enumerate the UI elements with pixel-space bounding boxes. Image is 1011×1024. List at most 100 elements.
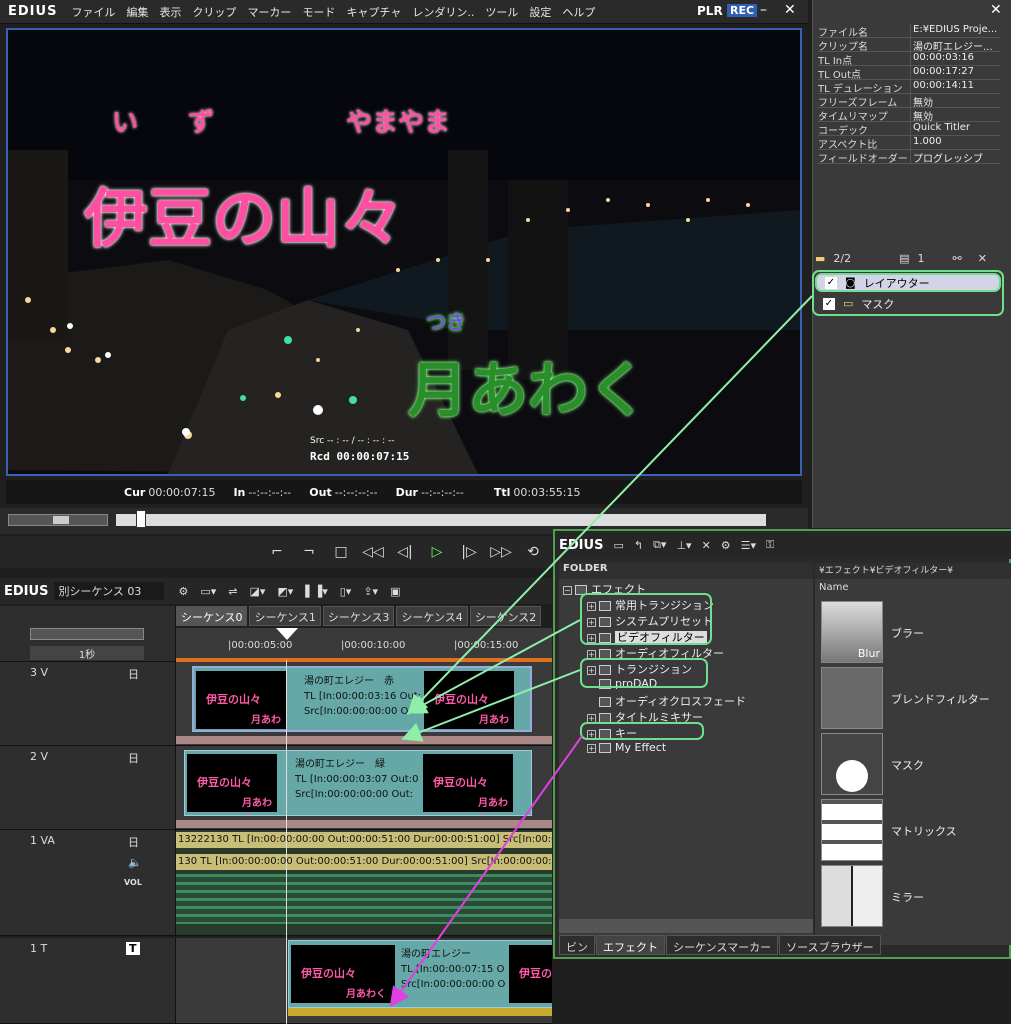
menu-tools[interactable]: ツール xyxy=(485,4,518,20)
preview-monitor[interactable]: い ず やまやま 伊豆の山々 つき 月あわく Src -- : -- / -- … xyxy=(6,28,802,476)
properties-icon[interactable]: ⚙ xyxy=(721,539,731,552)
tab-sequence1[interactable]: シーケンス1 xyxy=(249,606,321,626)
timeline-ruler[interactable]: |00:00:05:00 |00:00:10:00 |00:00:15:00 xyxy=(176,628,552,662)
track-header-1va[interactable]: 1 VA 日 🔈 VOL xyxy=(0,830,176,936)
track-header-1t[interactable]: 1 T T xyxy=(0,938,176,1024)
shuttle-slider[interactable] xyxy=(8,514,108,526)
effect-item-layouter[interactable]: ✓ ◙ レイアウター xyxy=(815,273,1001,292)
effect-mirror[interactable]: ミラー xyxy=(821,865,1011,927)
expand-icon[interactable]: + xyxy=(587,617,596,627)
tree-item[interactable]: proDAD xyxy=(587,677,657,690)
tree-item-video-filter[interactable]: + ビデオフィルター xyxy=(587,629,707,645)
track-header-3v[interactable]: 3 V 日 xyxy=(0,662,176,746)
track-header-2v[interactable]: 2 V 日 xyxy=(0,746,176,830)
mark-in-icon[interactable]: ⌐ xyxy=(266,544,288,560)
step-forward-icon[interactable]: |▷ xyxy=(458,544,480,560)
tab-sequence4[interactable]: シーケンス4 xyxy=(396,606,468,626)
expand-icon[interactable]: + xyxy=(587,649,596,659)
lock-icon[interactable]: ⚿ xyxy=(766,538,774,552)
tree-item[interactable]: + タイトルミキサー xyxy=(587,709,703,725)
play-icon[interactable]: ▷ xyxy=(426,544,448,560)
mixer-bar[interactable] xyxy=(176,736,552,744)
mixer-bar[interactable] xyxy=(176,820,552,828)
scale-selector[interactable]: 1秒 xyxy=(30,646,144,661)
view-icon[interactable]: ☰▾ xyxy=(741,539,756,552)
expand-icon[interactable]: + xyxy=(587,601,596,611)
expand-icon[interactable]: + xyxy=(587,633,596,643)
menu-render[interactable]: レンダリン.. xyxy=(412,4,474,20)
new-folder-icon[interactable]: ⧉▾ xyxy=(653,538,666,552)
name-column-header[interactable]: Name xyxy=(815,579,1011,596)
tab-sequence2[interactable]: シーケンス2 xyxy=(469,606,542,626)
playhead-handle[interactable] xyxy=(136,510,146,528)
stop-icon[interactable]: □ xyxy=(330,544,352,560)
tree-root[interactable]: − エフェクト xyxy=(563,581,646,597)
tree-item[interactable]: + オーディオフィルター xyxy=(587,645,724,661)
delete-icon[interactable]: ✕ xyxy=(702,539,711,552)
effect-item-mask[interactable]: ✓ ▭ マスク xyxy=(815,294,1001,313)
export-icon[interactable]: ⇪▾ xyxy=(363,585,378,598)
menu-settings[interactable]: 設定 xyxy=(529,4,551,20)
info-close-icon[interactable]: ✕ xyxy=(990,2,1002,18)
audio-clip-a2[interactable]: 130 TL [In:00:00:00:00 Out:00:00:51:00 D… xyxy=(176,854,552,870)
cut-icon[interactable]: ◩▾ xyxy=(277,585,293,598)
clip-red-title[interactable]: 伊豆の山々月あわく 湯の町エレジー 赤 TL [In:00:00:03:16 Ou… xyxy=(192,666,532,732)
track-1va[interactable]: 13222130 TL [In:00:00:00:00 Out:00:00:51… xyxy=(176,830,552,936)
tree-item-key[interactable]: + キー xyxy=(587,725,637,741)
menu-edit[interactable]: 編集 xyxy=(126,4,148,20)
menu-capture[interactable]: キャプチャ xyxy=(346,4,401,20)
step-back-icon[interactable]: ◁| xyxy=(394,544,416,560)
menu-marker[interactable]: マーカー xyxy=(247,4,291,20)
tab-sequence-marker[interactable]: シーケンスマーカー xyxy=(666,935,779,955)
track-lock-icon[interactable]: 日 xyxy=(128,666,139,682)
rec-label[interactable]: REC xyxy=(727,4,758,17)
insert-icon[interactable]: ▭▾ xyxy=(200,585,216,598)
playhead-marker[interactable] xyxy=(276,628,298,640)
file-icon[interactable]: ▯▾ xyxy=(340,585,352,598)
save-icon[interactable]: ▣ xyxy=(390,585,400,598)
tree-item[interactable]: + 常用トランジション xyxy=(587,597,714,613)
zoom-slider[interactable] xyxy=(30,628,144,640)
tree-item[interactable]: + トランジション xyxy=(587,661,692,677)
shuttle-handle[interactable] xyxy=(53,516,69,524)
tab-sequence3[interactable]: シーケンス3 xyxy=(322,606,395,626)
minimize-icon[interactable]: – xyxy=(760,2,767,18)
track-1t[interactable]: 伊豆の山々 月あわく 湯の町エレジー TL [In:00:00:07:15 O Src… xyxy=(176,938,552,1024)
checkbox[interactable]: ✓ xyxy=(825,276,837,289)
effect-mask[interactable]: マスク xyxy=(821,733,1011,795)
position-bar[interactable] xyxy=(116,514,766,526)
fast-forward-icon[interactable]: ▷▷ xyxy=(490,544,512,560)
expand-icon[interactable]: + xyxy=(587,729,596,739)
menu-help[interactable]: ヘルプ xyxy=(562,4,595,20)
track-2v[interactable]: 伊豆の山々月あわく 湯の町エレジー 緑 TL [In:00:00:03:07 Ou… xyxy=(176,746,552,830)
expand-icon[interactable]: + xyxy=(587,665,596,675)
effect-matrix[interactable]: マトリックス xyxy=(821,799,1011,861)
expand-icon[interactable]: + xyxy=(587,743,596,753)
track-lock-icon[interactable]: 日 xyxy=(128,750,139,766)
speaker-icon[interactable]: 🔈 xyxy=(128,856,142,869)
title-track-icon[interactable]: T xyxy=(126,942,140,955)
tab-bin[interactable]: ビン xyxy=(559,935,595,955)
folder-view-icon[interactable]: ▭ xyxy=(613,539,623,552)
tree-item[interactable]: オーディオクロスフェード xyxy=(587,693,746,709)
mode-icon[interactable]: ⚙ xyxy=(178,585,188,598)
title-mixer-bar[interactable] xyxy=(288,1008,552,1016)
tab-source-browser[interactable]: ソースブラウザー xyxy=(779,935,881,955)
split-icon[interactable]: ▌▐▾ xyxy=(305,585,327,598)
horizontal-scrollbar[interactable] xyxy=(559,919,813,933)
delete-effect-icon[interactable]: ✕ xyxy=(978,252,987,265)
collapse-icon[interactable]: − xyxy=(563,585,572,595)
menu-file[interactable]: ファイル xyxy=(71,4,115,20)
tree-item[interactable]: + My Effect xyxy=(587,741,666,754)
rewind-icon[interactable]: ◁◁ xyxy=(362,544,384,560)
menu-view[interactable]: 表示 xyxy=(159,4,181,20)
delete-icon[interactable]: ◪▾ xyxy=(249,585,265,598)
tab-effect[interactable]: エフェクト xyxy=(596,935,665,955)
up-icon[interactable]: ↰ xyxy=(634,539,643,552)
effect-blur[interactable]: Blur ブラー xyxy=(821,601,1011,663)
checkbox[interactable]: ✓ xyxy=(823,297,835,310)
ripple-icon[interactable]: ⇌ xyxy=(228,585,237,598)
menu-clip[interactable]: クリップ xyxy=(192,4,236,20)
clip-green-title[interactable]: 伊豆の山々月あわく 湯の町エレジー 緑 TL [In:00:00:03:07 Ou… xyxy=(184,750,532,816)
loop-icon[interactable]: ⟲ xyxy=(522,544,544,560)
